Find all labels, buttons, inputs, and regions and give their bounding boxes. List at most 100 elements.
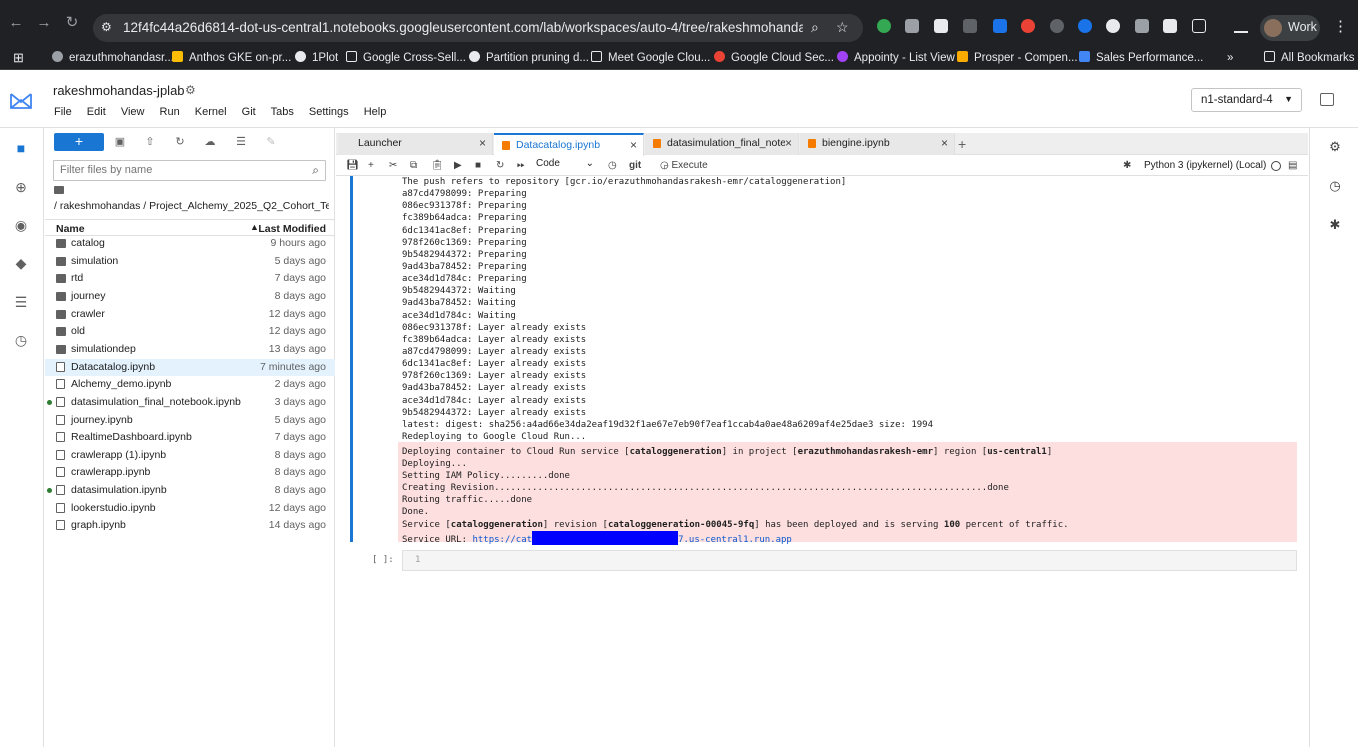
cloud-icon[interactable]: ☁ — [202, 134, 218, 150]
tab-launcher[interactable]: Launcher × — [338, 133, 493, 155]
reload-icon[interactable]: ↻ — [64, 15, 80, 31]
menu-git[interactable]: Git — [242, 106, 256, 118]
execute-button[interactable]: ◶ Execute — [660, 159, 708, 173]
notebook-row[interactable]: Datacatalog.ipynb 7 minutes ago — [45, 358, 335, 376]
kernel-name[interactable]: Python 3 (ipykernel) (Local) — [1144, 160, 1266, 171]
extension-icon[interactable] — [934, 19, 948, 33]
close-icon[interactable]: × — [941, 136, 948, 150]
menu-kernel[interactable]: Kernel — [195, 106, 227, 118]
profile-button[interactable]: Work — [1260, 15, 1320, 41]
forward-icon[interactable]: → — [36, 15, 52, 31]
tab-biengine[interactable]: biengine.ipynb × — [800, 133, 955, 155]
bookmark-item[interactable]: Prosper - Compen... — [957, 51, 1078, 65]
extension-icon[interactable] — [877, 19, 891, 33]
download-icon[interactable] — [1234, 19, 1248, 33]
history-icon[interactable]: ◷ — [1328, 179, 1342, 193]
new-folder-icon[interactable]: ▣ — [112, 134, 128, 150]
notebook-row[interactable]: graph.ipynb 14 days ago — [45, 517, 335, 534]
breadcrumb-path[interactable]: / rakeshmohandas / Project_Alchemy_2025_… — [54, 200, 329, 212]
refresh-icon[interactable]: ↻ — [172, 134, 188, 150]
running-kernels-icon[interactable]: ◉ — [13, 217, 29, 233]
bookmark-item[interactable]: Google Cloud Sec... — [714, 51, 834, 65]
git-button[interactable]: git — [629, 159, 641, 173]
close-icon[interactable]: × — [479, 136, 486, 150]
machine-type-select[interactable]: n1-standard-4 ▼ — [1191, 88, 1302, 112]
notebook-row[interactable]: Alchemy_demo.ipynb 2 days ago — [45, 376, 335, 393]
browser-menu-icon[interactable]: ⋮ — [1333, 17, 1348, 35]
folder-row[interactable]: simulationdep 13 days ago — [45, 341, 335, 358]
search-icon[interactable]: ⊕ — [13, 179, 29, 195]
debugger-icon[interactable]: ✱ — [1328, 218, 1342, 232]
menu-help[interactable]: Help — [364, 106, 387, 118]
bookmark-star-icon[interactable]: ☆ — [836, 19, 849, 35]
menu-file[interactable]: File — [54, 106, 72, 118]
insert-cell-icon[interactable]: + — [368, 159, 374, 173]
filter-files-input[interactable]: Filter files by name ⌕ — [53, 160, 326, 181]
folder-row[interactable]: old 12 days ago — [45, 323, 335, 340]
git-icon[interactable]: ◆ — [13, 255, 29, 271]
extension-icon[interactable] — [1106, 19, 1120, 33]
tab-datacatalog[interactable]: Datacatalog.ipynb × — [494, 133, 644, 156]
folder-row[interactable]: crawler 12 days ago — [45, 306, 335, 323]
notebook-panel[interactable]: The push refers to repository [gcr.io/er… — [336, 176, 1308, 747]
menu-view[interactable]: View — [121, 106, 145, 118]
gear-icon[interactable]: ⚙ — [185, 83, 196, 97]
folder-row[interactable]: rtd 7 days ago — [45, 270, 335, 287]
clear-icon[interactable]: ✎ — [263, 134, 279, 150]
property-inspector-icon[interactable]: ⚙ — [1328, 140, 1342, 154]
address-bar[interactable]: ⚙ 12f4fc44a26d6814-dot-us-central1.noteb… — [93, 14, 863, 42]
bookmark-item[interactable]: erazuthmohandasr... — [52, 51, 174, 65]
restart-run-all-icon[interactable]: ⏩︎ — [517, 159, 525, 173]
notebook-row[interactable]: journey.ipynb 5 days ago — [45, 412, 335, 429]
service-url-link[interactable]: https://cat 7.us-central1.run.app — [472, 530, 792, 545]
copy-icon[interactable]: ⧉ — [410, 159, 417, 173]
extension-icon[interactable] — [993, 19, 1007, 33]
zoom-icon[interactable]: ⌕ — [811, 19, 819, 35]
bookmark-item[interactable]: Anthos GKE on-pr... — [172, 51, 291, 65]
run-icon[interactable]: ▶ — [454, 159, 462, 173]
upload-icon[interactable]: ⇧ — [142, 134, 158, 150]
extensions-puzzle-icon[interactable] — [1192, 19, 1206, 33]
folder-icon[interactable] — [54, 186, 64, 194]
folder-row[interactable]: simulation 5 days ago — [45, 253, 335, 270]
clock-icon[interactable]: ◷ — [608, 159, 617, 173]
folder-row[interactable]: catalog 9 hours ago — [45, 235, 335, 252]
save-icon[interactable]: 💾︎ — [346, 159, 359, 173]
name-column-header[interactable]: Name — [56, 223, 85, 235]
bookmark-item[interactable]: 1Plot — [295, 51, 338, 65]
notebook-row[interactable]: crawlerapp.ipynb 8 days ago — [45, 464, 335, 481]
add-tab-icon[interactable]: + — [958, 136, 966, 152]
breadcrumb[interactable]: / rakeshmohandas / Project_Alchemy_2025_… — [54, 186, 329, 212]
cell-type-select[interactable]: Code ⌄ — [536, 158, 596, 173]
restart-icon[interactable]: ↻ — [496, 159, 504, 173]
extension-icon[interactable] — [963, 19, 977, 33]
extension-icon[interactable] — [1135, 19, 1149, 33]
bookmark-item[interactable]: Google Cross-Sell... — [346, 51, 466, 65]
extension-icon[interactable] — [1021, 19, 1035, 33]
scheduler-icon[interactable]: ◷ — [13, 332, 29, 348]
more-bookmarks-button[interactable]: » — [1227, 51, 1233, 65]
bookmark-item[interactable]: Sales Performance... — [1079, 51, 1203, 65]
notebook-row[interactable]: lookerstudio.ipynb 12 days ago — [45, 500, 335, 517]
notebook-row[interactable]: datasimulation.ipynb 8 days ago — [45, 482, 335, 499]
new-launcher-button[interactable]: + — [54, 133, 104, 151]
menu-edit[interactable]: Edit — [87, 106, 106, 118]
back-icon[interactable]: ← — [8, 15, 24, 31]
bookmark-item[interactable]: Partition pruning d... — [469, 51, 589, 65]
stop-icon[interactable]: ■ — [475, 159, 481, 173]
menu-tabs[interactable]: Tabs — [271, 106, 294, 118]
extension-icon[interactable] — [1163, 19, 1177, 33]
close-icon[interactable]: × — [785, 136, 792, 150]
extension-icon[interactable] — [1078, 19, 1092, 33]
extension-icon[interactable] — [905, 19, 919, 33]
site-info-icon[interactable]: ⚙ — [101, 20, 115, 34]
bookmark-item[interactable]: Appointy - List View — [837, 51, 955, 65]
bookmark-item[interactable]: Meet Google Clou... — [591, 51, 710, 65]
file-browser-icon[interactable]: ■ — [13, 140, 29, 156]
menu-settings[interactable]: Settings — [309, 106, 349, 118]
debugger-icon[interactable]: ✱ — [1123, 159, 1131, 173]
close-icon[interactable]: × — [630, 138, 637, 152]
notebook-row[interactable]: crawlerapp (1).ipynb 8 days ago — [45, 447, 335, 464]
extension-icon[interactable] — [1050, 19, 1064, 33]
code-cell-editor[interactable]: 1 — [402, 550, 1297, 571]
